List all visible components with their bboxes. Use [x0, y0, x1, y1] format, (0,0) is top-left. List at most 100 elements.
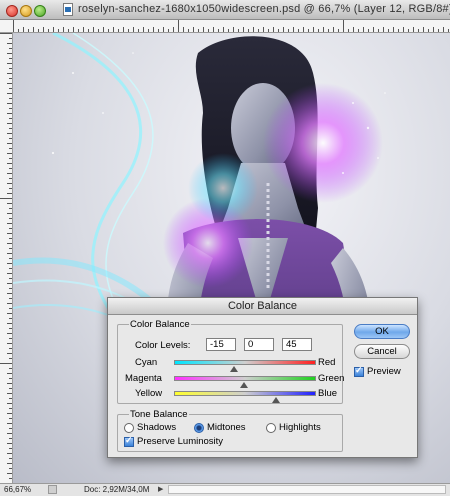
highlights-radio[interactable]: [266, 423, 276, 433]
ruler-tick: [9, 408, 12, 409]
ruler-tick: [63, 27, 64, 32]
yellow-blue-level-input[interactable]: 45: [282, 338, 312, 351]
vertical-ruler[interactable]: [0, 33, 13, 483]
document-size-info: Doc: 2,92M/34,0M: [84, 485, 150, 494]
ruler-tick: [7, 103, 12, 104]
ruler-tick: [283, 27, 284, 32]
ruler-tick: [23, 27, 24, 32]
preview-checkbox[interactable]: [354, 365, 364, 377]
ruler-tick: [163, 27, 164, 32]
ruler-tick: [388, 29, 389, 32]
ruler-tick: [328, 29, 329, 32]
ruler-tick: [9, 38, 12, 39]
ruler-tick: [123, 27, 124, 32]
highlights-label: Highlights: [279, 422, 321, 433]
color-balance-dialog: Color Balance Color Balance Color Levels…: [107, 297, 418, 458]
ruler-tick: [373, 27, 374, 32]
ruler-tick: [7, 73, 12, 74]
ruler-tick: [103, 27, 104, 32]
ruler-tick: [318, 29, 319, 32]
ruler-tick: [9, 378, 12, 379]
ruler-tick: [98, 29, 99, 32]
ruler-tick: [183, 27, 184, 32]
status-options-arrow-icon[interactable]: ▶: [158, 486, 163, 494]
ruler-tick: [7, 283, 12, 284]
ruler-tick: [433, 27, 434, 32]
shadows-radio[interactable]: [124, 423, 134, 433]
ruler-tick: [7, 43, 12, 44]
horizontal-ruler[interactable]: [0, 20, 450, 33]
magenta-green-slider-track[interactable]: [174, 376, 316, 381]
ruler-tick: [413, 27, 414, 32]
ruler-tick: [7, 173, 12, 174]
ruler-tick: [68, 29, 69, 32]
shadows-label: Shadows: [137, 422, 177, 433]
ruler-tick: [9, 428, 12, 429]
magenta-green-slider-thumb[interactable]: [240, 382, 248, 388]
ruler-tick: [7, 333, 12, 334]
window-title: roselyn-sanchez-1680x1050widescreen.psd …: [78, 3, 450, 15]
ruler-tick: [353, 27, 354, 32]
magenta-green-level-input[interactable]: 0: [244, 338, 274, 351]
zoom-window-button[interactable]: [34, 5, 46, 17]
ruler-tick: [9, 478, 12, 479]
ruler-tick: [263, 27, 264, 32]
ruler-tick: [9, 248, 12, 249]
ruler-tick: [253, 27, 254, 32]
ruler-tick: [9, 218, 12, 219]
zoom-level-field[interactable]: 66,67%: [4, 485, 34, 495]
cyan-red-slider-track[interactable]: [174, 360, 316, 365]
ruler-tick: [118, 29, 119, 32]
ruler-tick: [7, 133, 12, 134]
ruler-tick: [88, 29, 89, 32]
dialog-title: Color Balance: [108, 298, 417, 315]
horizontal-scrollbar[interactable]: [168, 485, 446, 494]
ruler-tick: [313, 27, 314, 32]
ruler-tick: [9, 228, 12, 229]
ruler-tick: [9, 368, 12, 369]
cyan-red-level-input[interactable]: -15: [206, 338, 236, 351]
ruler-tick: [13, 20, 14, 32]
yellow-blue-slider-track[interactable]: [174, 391, 316, 396]
cancel-button[interactable]: Cancel: [354, 344, 410, 359]
red-label: Red: [318, 357, 336, 368]
psd-document-icon: [63, 3, 73, 16]
ruler-tick: [9, 68, 12, 69]
ruler-tick: [9, 178, 12, 179]
ruler-tick: [293, 27, 294, 32]
minimize-window-button[interactable]: [20, 5, 32, 17]
ok-button[interactable]: OK: [354, 324, 410, 339]
ruler-tick: [7, 453, 12, 454]
midtones-radio[interactable]: [194, 423, 204, 433]
ruler-tick: [7, 243, 12, 244]
ruler-tick: [288, 29, 289, 32]
close-window-button[interactable]: [6, 5, 18, 17]
ruler-tick: [9, 258, 12, 259]
ruler-tick: [0, 363, 12, 364]
ruler-tick: [73, 27, 74, 32]
yellow-blue-slider-thumb[interactable]: [271, 397, 280, 403]
ruler-tick: [348, 29, 349, 32]
ruler-tick: [198, 29, 199, 32]
ruler-tick: [28, 29, 29, 32]
preserve-luminosity-checkbox[interactable]: [124, 435, 134, 447]
tone-balance-group: Tone Balance Shadows Midtones Highlights…: [117, 409, 343, 452]
ruler-tick: [188, 29, 189, 32]
ruler-tick: [53, 27, 54, 32]
ruler-tick: [18, 29, 19, 32]
ruler-tick: [7, 413, 12, 414]
ruler-tick: [7, 473, 12, 474]
ruler-tick: [243, 27, 244, 32]
ruler-tick: [343, 20, 344, 32]
ruler-tick: [7, 193, 12, 194]
ruler-tick: [7, 383, 12, 384]
cyan-red-slider-thumb[interactable]: [229, 366, 238, 372]
status-menu-icon[interactable]: [48, 485, 57, 494]
ruler-tick: [9, 268, 12, 269]
ruler-tick: [9, 468, 12, 469]
ruler-tick: [368, 29, 369, 32]
tone-balance-group-label: Tone Balance: [129, 409, 189, 420]
ruler-tick: [9, 358, 12, 359]
ruler-tick: [213, 27, 214, 32]
ruler-tick: [393, 27, 394, 32]
